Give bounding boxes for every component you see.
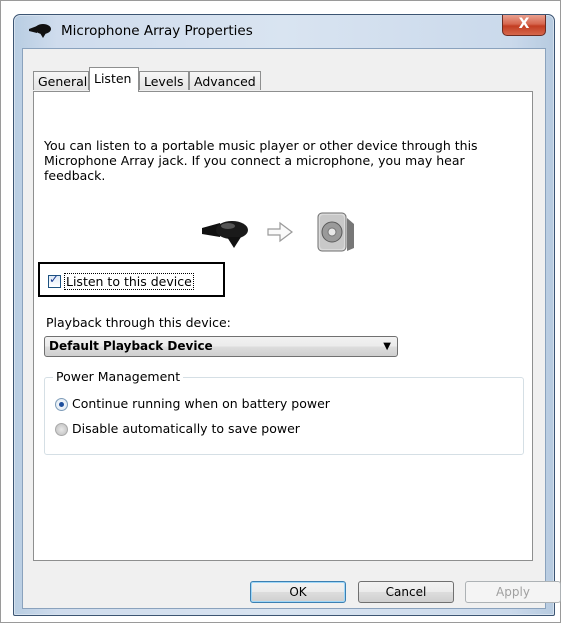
close-button[interactable]: X (502, 15, 546, 36)
checkmark-icon: ✓ (49, 272, 60, 286)
arrow-right-icon (267, 221, 293, 243)
radio-label[interactable]: Continue running when on battery power (72, 396, 330, 411)
playback-label: Playback through this device: (46, 315, 231, 330)
radio-disable-automatically[interactable]: Disable automatically to save power (55, 421, 300, 436)
apply-button[interactable]: Apply (465, 581, 561, 603)
radio-continue-running[interactable]: Continue running when on battery power (55, 396, 330, 411)
close-icon: X (518, 16, 530, 32)
properties-dialog: Microphone Array Properties X General Li… (13, 14, 561, 616)
listen-to-device-checkbox[interactable]: ✓ Listen to this device (48, 272, 194, 290)
ok-button[interactable]: OK (250, 581, 346, 603)
playback-device-value: Default Playback Device (49, 339, 213, 353)
window-title: Microphone Array Properties (61, 23, 253, 39)
playback-device-select[interactable]: Default Playback Device ▼ (44, 336, 398, 357)
checkbox-box[interactable]: ✓ (48, 272, 61, 288)
dialog-body: General Listen Levels Advanced You can l… (22, 48, 561, 609)
listen-tab-panel: You can listen to a portable music playe… (33, 91, 533, 561)
tab-general[interactable]: General (33, 71, 89, 90)
microphone-array-icon (29, 24, 51, 38)
power-management-title: Power Management (53, 369, 184, 384)
power-management-group: Power Management Continue running when o… (44, 369, 524, 455)
radio-label[interactable]: Disable automatically to save power (72, 421, 300, 436)
speaker-icon (317, 212, 354, 252)
tab-listen[interactable]: Listen (89, 67, 139, 92)
microphone-array-icon (202, 221, 248, 248)
tab-levels[interactable]: Levels (139, 71, 189, 90)
tab-advanced[interactable]: Advanced (189, 71, 261, 90)
title-bar[interactable]: Microphone Array Properties X (14, 15, 554, 47)
cancel-button[interactable]: Cancel (358, 581, 454, 603)
listen-illustration (202, 212, 354, 252)
radio-button[interactable] (55, 423, 68, 436)
chevron-down-icon: ▼ (383, 341, 391, 352)
checkbox-label[interactable]: Listen to this device (64, 273, 194, 290)
listen-description: You can listen to a portable music playe… (44, 138, 478, 183)
radio-button-selected[interactable] (55, 398, 68, 411)
